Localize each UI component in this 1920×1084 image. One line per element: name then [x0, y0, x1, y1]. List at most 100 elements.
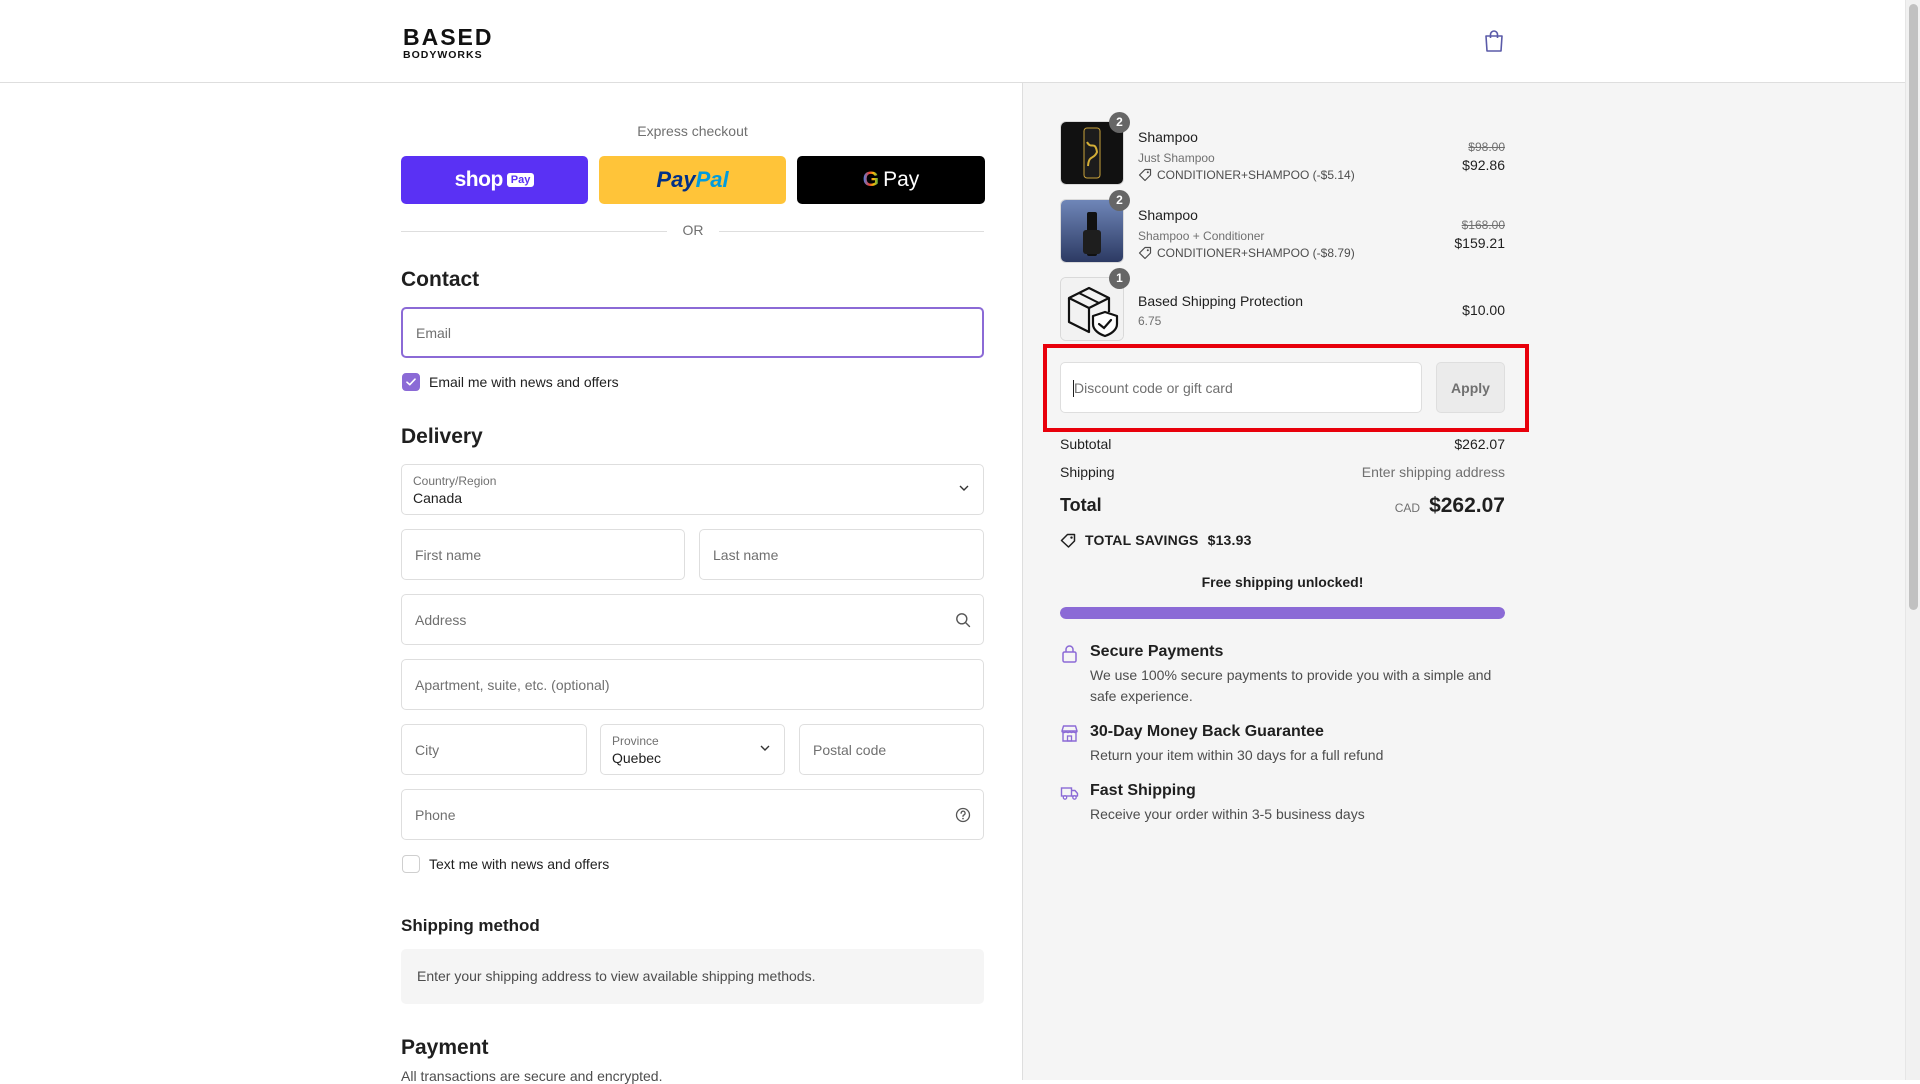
- feature-title: Secure Payments: [1090, 643, 1224, 660]
- total-label: Total: [1060, 495, 1102, 515]
- contact-title: Contact: [401, 268, 480, 291]
- item-price: $92.86: [1462, 157, 1505, 173]
- paypal-word-2: Pal: [695, 167, 729, 192]
- shop-pay-button[interactable]: shop Pay: [401, 156, 588, 204]
- country-value: Canada: [413, 490, 463, 506]
- first-name-field[interactable]: [401, 529, 685, 580]
- discount-code-field[interactable]: [1060, 362, 1422, 413]
- free-shipping-message: Free shipping unlocked!: [1201, 574, 1364, 590]
- item-discount: CONDITIONER+SHAMPOO (-$8.79): [1138, 246, 1355, 260]
- feature-description: Receive your order within 3-5 business d…: [1090, 806, 1365, 822]
- paypal-button[interactable]: Pay Pal: [599, 156, 786, 204]
- apartment-input[interactable]: [413, 660, 944, 709]
- quantity-badge: 2: [1109, 112, 1130, 133]
- city-field[interactable]: [401, 724, 587, 775]
- shopping-bag-icon[interactable]: [1483, 29, 1505, 53]
- feature-title: 30-Day Money Back Guarantee: [1090, 723, 1324, 740]
- chevron-down-icon: [959, 485, 969, 491]
- scrollbar-thumb[interactable]: [1909, 4, 1918, 610]
- store-icon: [1061, 725, 1078, 742]
- currency-code: CAD: [1394, 501, 1421, 515]
- shipping-value: Enter shipping address: [1361, 464, 1505, 480]
- country-select[interactable]: Country/Region Canada: [401, 464, 984, 515]
- shipping-label: Shipping: [1060, 464, 1115, 480]
- item-price: $159.21: [1454, 235, 1505, 251]
- tag-icon: [1060, 533, 1076, 548]
- last-name-field[interactable]: [699, 529, 984, 580]
- site-header: BASED BODYWORKS: [0, 0, 1905, 83]
- progress-fill: [1060, 607, 1505, 619]
- sms-news-label: Text me with news and offers: [429, 856, 610, 872]
- free-shipping-progress-bar: [1060, 607, 1505, 619]
- province-label: Province: [612, 734, 659, 748]
- shipping-method-note: Enter your shipping address to view avai…: [401, 949, 984, 1004]
- item-original-price: $98.00: [1468, 140, 1505, 154]
- feature-description: We use 100% secure payments to provide y…: [1090, 667, 1492, 704]
- item-name: Shampoo: [1138, 207, 1198, 223]
- item-variant: Shampoo + Conditioner: [1138, 229, 1265, 243]
- phone-input[interactable]: [413, 790, 944, 839]
- postal-code-input[interactable]: [811, 725, 944, 774]
- email-news-label: Email me with news and offers: [429, 374, 619, 390]
- apartment-field[interactable]: [401, 659, 984, 710]
- paypal-word-1: Pay: [656, 167, 696, 192]
- lock-icon: [1062, 645, 1077, 663]
- google-pay-button[interactable]: G Pay: [797, 156, 985, 204]
- email-input[interactable]: [414, 309, 943, 356]
- email-field[interactable]: [401, 307, 984, 358]
- product-thumbnail: 2: [1060, 190, 1130, 263]
- item-discount-text: CONDITIONER+SHAMPOO (-$8.79): [1157, 246, 1355, 260]
- sms-news-checkbox[interactable]: [402, 855, 420, 873]
- address-field[interactable]: [401, 594, 984, 645]
- google-pay-word: Pay: [883, 168, 920, 191]
- delivery-title: Delivery: [401, 425, 483, 448]
- cart-line-item: 2 Shampoo Shampoo + Conditioner CONDITIO…: [1060, 190, 1505, 263]
- total-value: $262.07: [1429, 494, 1505, 517]
- tag-icon: [1138, 246, 1152, 260]
- brand-logo[interactable]: BASED BODYWORKS: [403, 26, 494, 61]
- item-name: Shampoo: [1138, 129, 1198, 145]
- apply-discount-button[interactable]: Apply: [1436, 362, 1505, 413]
- address-input[interactable]: [413, 595, 944, 644]
- cart-line-item: 2 Shampoo Just Shampoo CONDITIONER+SHAMP…: [1060, 112, 1505, 185]
- brand-logo-line1: BASED: [403, 24, 494, 50]
- item-price: $10.00: [1462, 302, 1505, 318]
- brand-logo-line2: BODYWORKS: [403, 49, 483, 61]
- payment-title: Payment: [401, 1036, 489, 1059]
- item-variant: Just Shampoo: [1138, 151, 1215, 165]
- item-discount: CONDITIONER+SHAMPOO (-$5.14): [1138, 168, 1355, 182]
- postal-code-field[interactable]: [799, 724, 984, 775]
- item-name: Based Shipping Protection: [1138, 293, 1303, 309]
- google-g-icon: G: [862, 168, 880, 191]
- product-thumbnail: 2: [1060, 112, 1130, 185]
- discount-code-input[interactable]: [1072, 363, 1402, 412]
- phone-field[interactable]: [401, 789, 984, 840]
- first-name-input[interactable]: [413, 530, 645, 579]
- product-thumbnail: 1: [1060, 268, 1130, 341]
- province-value: Quebec: [612, 750, 662, 766]
- total-savings: TOTAL SAVINGS $13.93: [1060, 532, 1252, 548]
- express-checkout-title: Express checkout: [637, 123, 748, 139]
- help-circle-icon[interactable]: [955, 807, 971, 823]
- shop-pay-badge: Pay: [506, 173, 535, 187]
- city-input[interactable]: [413, 725, 547, 774]
- shipping-method-title: Shipping method: [401, 916, 540, 935]
- text-cursor: [1073, 380, 1074, 397]
- subtotal-value: $262.07: [1454, 436, 1505, 452]
- feature-description: Return your item within 30 days for a fu…: [1090, 747, 1384, 763]
- cart-line-item: 1 Based Shipping Protection 6.75 $10.00: [1060, 268, 1505, 341]
- item-variant: 6.75: [1138, 314, 1162, 328]
- email-news-checkbox[interactable]: [402, 373, 420, 391]
- checkmark-icon: [406, 378, 416, 386]
- province-select[interactable]: Province Quebec: [600, 724, 785, 775]
- search-icon: [956, 613, 971, 628]
- page-scrollbar[interactable]: [1905, 0, 1920, 1080]
- last-name-input[interactable]: [711, 530, 944, 579]
- item-discount-text: CONDITIONER+SHAMPOO (-$5.14): [1157, 168, 1355, 182]
- total-savings-value: $13.93: [1207, 532, 1252, 548]
- total-savings-label: TOTAL SAVINGS: [1085, 532, 1199, 548]
- shop-pay-word: shop: [454, 168, 504, 191]
- or-text: OR: [667, 222, 719, 238]
- feature-title: Fast Shipping: [1090, 782, 1196, 799]
- quantity-badge: 1: [1109, 268, 1130, 289]
